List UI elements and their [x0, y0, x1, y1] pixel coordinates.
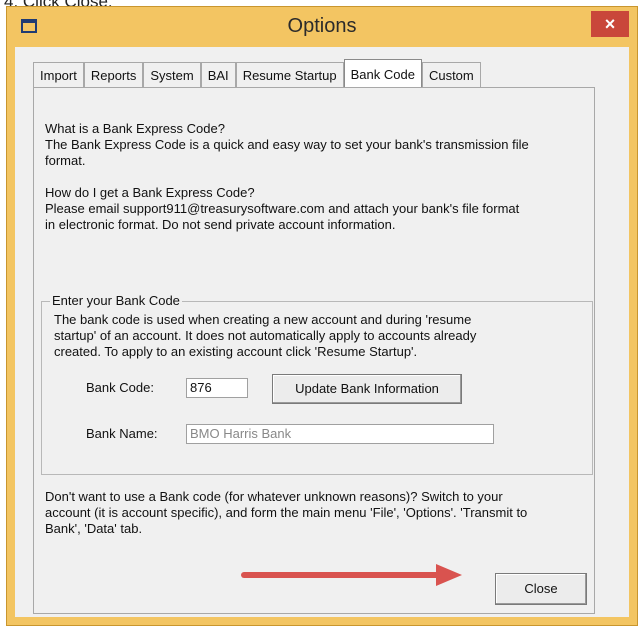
window-title: Options	[287, 15, 357, 37]
footer-note-3: Bank', 'Data' tab.	[45, 521, 143, 536]
answer-what-is-code-1: The Bank Express Code is a quick and eas…	[45, 137, 529, 152]
tab-custom[interactable]: Custom	[421, 62, 481, 87]
tab-reports[interactable]: Reports	[83, 62, 144, 87]
bank-name-field: BMO Harris Bank	[186, 424, 494, 444]
answer-how-get-code-1: Please email support911@treasurysoftware…	[45, 201, 520, 216]
tab-strip: Import Reports System BAI Resume Startup…	[33, 57, 481, 88]
dialog-client-area: Import Reports System BAI Resume Startup…	[15, 47, 629, 617]
bank-code-groupbox: Enter your Bank Code The bank code is us…	[41, 293, 593, 475]
tab-bank-code[interactable]: Bank Code	[343, 59, 422, 88]
answer-what-is-code-2: format.	[45, 153, 86, 168]
close-window-button[interactable]: ×	[591, 11, 629, 37]
footer-note-1: Don't want to use a Bank code (for whate…	[45, 489, 503, 504]
answer-how-get-code-2: in electronic format. Do not send privat…	[45, 217, 396, 232]
arrow-right-icon	[241, 564, 462, 586]
footer-note-2: account (it is account specific), and fo…	[45, 505, 528, 520]
group-description-2: startup' of an account. It does not auto…	[54, 328, 477, 343]
bank-code-label: Bank Code:	[86, 380, 154, 395]
group-description-1: The bank code is used when creating a ne…	[54, 312, 472, 327]
update-bank-info-button[interactable]: Update Bank Information	[272, 374, 462, 404]
tab-system[interactable]: System	[143, 62, 201, 87]
tab-bai[interactable]: BAI	[200, 62, 236, 87]
tab-import[interactable]: Import	[33, 62, 84, 87]
bank-name-label: Bank Name:	[86, 426, 158, 441]
question-what-is-code: What is a Bank Express Code?	[45, 121, 225, 136]
title-bar[interactable]: Options ×	[7, 7, 637, 47]
tab-resume-startup[interactable]: Resume Startup	[235, 62, 344, 87]
bank-code-input[interactable]: 876	[186, 378, 248, 398]
close-button[interactable]: Close	[495, 573, 587, 605]
options-dialog: Options × Import Reports System BAI Resu…	[6, 6, 638, 626]
groupbox-legend: Enter your Bank Code	[50, 293, 182, 308]
question-how-get-code: How do I get a Bank Express Code?	[45, 185, 255, 200]
group-description-3: created. To apply to an existing account…	[54, 344, 418, 359]
